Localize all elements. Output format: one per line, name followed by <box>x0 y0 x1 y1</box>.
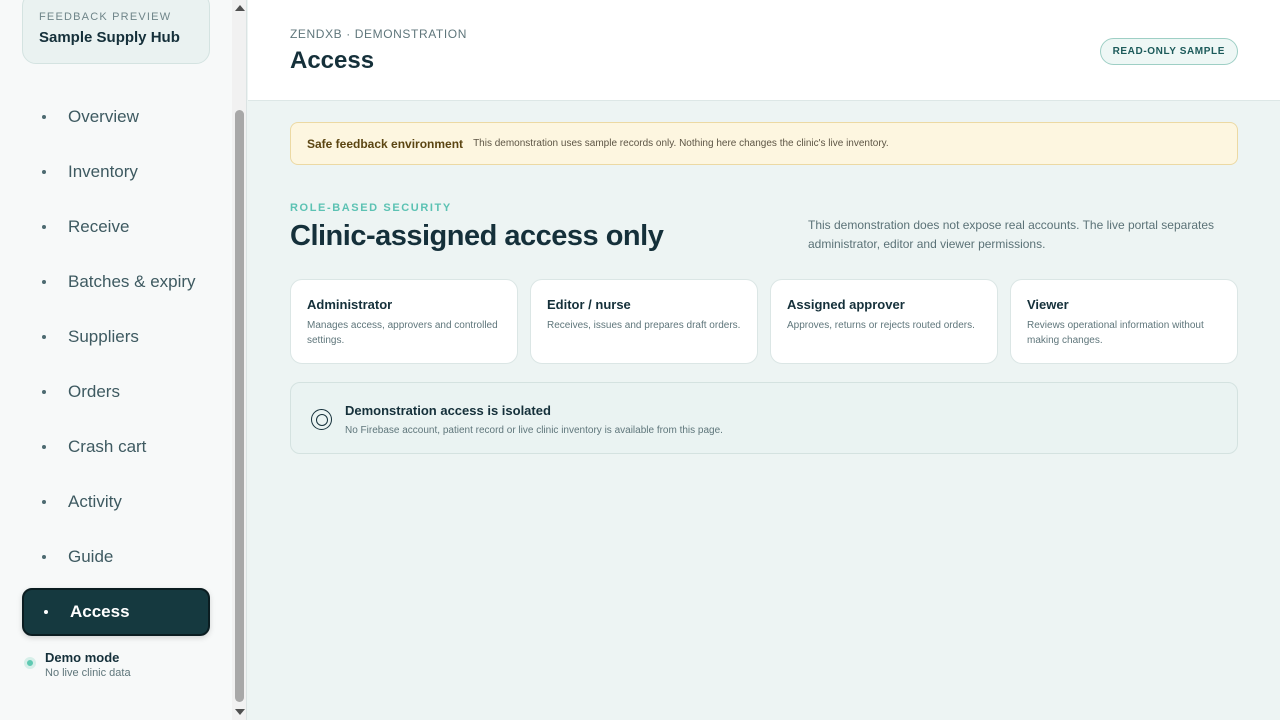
breadcrumb: ZENDXB · DEMONSTRATION <box>290 27 467 41</box>
bullet-icon <box>42 334 46 339</box>
bullet-icon <box>42 499 46 504</box>
sidebar-item-label: Guide <box>68 546 114 566</box>
role-title: Assigned approver <box>787 297 905 312</box>
role-title: Administrator <box>307 297 393 312</box>
bullet-icon <box>44 610 48 614</box>
role-description: Manages access, approvers and controlled… <box>307 320 498 346</box>
sidebar-item-guide[interactable]: Guide <box>22 529 210 584</box>
scroll-down-icon[interactable] <box>235 709 245 715</box>
demo-mode-indicator: Demo mode No live clinic data <box>24 650 131 679</box>
status-dot-icon <box>24 657 36 669</box>
section-description: This demonstration does not expose real … <box>808 218 1215 251</box>
sidebar-item-access[interactable]: Access <box>22 588 210 636</box>
sidebar-item-label: Inventory <box>68 161 138 181</box>
bullet-icon <box>42 169 46 174</box>
page-title: Access <box>290 47 375 74</box>
role-cards: Administrator Manages access, approvers … <box>290 279 1238 364</box>
section-title: Clinic-assigned access only <box>290 220 664 252</box>
sidebar-item-label: Batches & expiry <box>68 271 196 291</box>
notice-title: Safe feedback environment <box>307 136 464 151</box>
page-header: ZENDXB · DEMONSTRATION Access READ-ONLY … <box>248 0 1280 101</box>
notice-text: This demonstration uses sample records o… <box>473 138 889 149</box>
section-heading-row: Clinic-assigned access only This demonst… <box>290 214 1238 272</box>
role-description: Approves, returns or rejects routed orde… <box>787 320 975 331</box>
sidebar-item-label: Access <box>70 602 130 621</box>
role-description: Receives, issues and prepares draft orde… <box>547 320 741 331</box>
brand-card: FEEDBACK PREVIEW Sample Supply Hub <box>22 0 210 64</box>
scroll-thumb[interactable] <box>235 110 244 702</box>
role-title: Viewer <box>1027 297 1069 312</box>
demo-mode-text: Demo mode No live clinic data <box>45 650 131 679</box>
role-description: Reviews operational information without … <box>1027 320 1204 346</box>
sidebar-item-label: Suppliers <box>68 326 139 346</box>
sidebar-item-label: Activity <box>68 491 122 511</box>
isolation-title: Demonstration access is isolated <box>345 403 551 418</box>
sidebar-item-suppliers[interactable]: Suppliers <box>22 309 210 364</box>
sidebar-item-crash-cart[interactable]: Crash cart <box>22 419 210 474</box>
isolation-panel: Demonstration access is isolated No Fire… <box>290 382 1238 454</box>
sidebar-item-inventory[interactable]: Inventory <box>22 144 210 199</box>
sidebar-item-batches[interactable]: Batches & expiry <box>22 254 210 309</box>
role-card-viewer: Viewer Reviews operational information w… <box>1010 279 1238 364</box>
brand-title: Sample Supply Hub <box>39 29 180 46</box>
sidebar-item-label: Overview <box>68 106 139 126</box>
brand-eyebrow: FEEDBACK PREVIEW <box>39 11 172 23</box>
bullet-icon <box>42 554 46 559</box>
scroll-up-icon[interactable] <box>235 5 245 11</box>
notice-banner: Safe feedback environment This demonstra… <box>290 122 1238 165</box>
role-title: Editor / nurse <box>547 297 631 312</box>
bullet-icon <box>42 444 46 449</box>
role-card-editor: Editor / nurse Receives, issues and prep… <box>530 279 758 364</box>
sidebar-item-label: Receive <box>68 216 130 236</box>
demo-mode-title: Demo mode <box>45 650 120 665</box>
demo-mode-subtitle: No live clinic data <box>45 667 131 679</box>
role-card-approver: Assigned approver Approves, returns or r… <box>770 279 998 364</box>
role-card-administrator: Administrator Manages access, approvers … <box>290 279 518 364</box>
sidebar-item-overview[interactable]: Overview <box>22 89 210 144</box>
isolation-text: No Firebase account, patient record or l… <box>345 425 723 436</box>
read-only-badge: READ-ONLY SAMPLE <box>1099 38 1238 65</box>
bullet-icon <box>42 224 46 229</box>
sidebar-item-label: Orders <box>68 381 120 401</box>
main-content: Safe feedback environment This demonstra… <box>290 122 1238 454</box>
sidebar-item-activity[interactable]: Activity <box>22 474 210 529</box>
target-icon <box>311 409 332 430</box>
sidebar: FEEDBACK PREVIEW Sample Supply Hub Overv… <box>0 0 232 720</box>
sidebar-item-orders[interactable]: Orders <box>22 364 210 419</box>
bullet-icon <box>42 389 46 394</box>
bullet-icon <box>42 114 46 119</box>
sidebar-item-label: Crash cart <box>68 436 147 456</box>
sidebar-scrollbar[interactable] <box>232 0 247 720</box>
bullet-icon <box>42 279 46 284</box>
section-eyebrow: ROLE-BASED SECURITY <box>290 202 452 214</box>
sidebar-item-receive[interactable]: Receive <box>22 199 210 254</box>
sidebar-nav: Overview Inventory Receive Batches & exp… <box>22 89 210 636</box>
